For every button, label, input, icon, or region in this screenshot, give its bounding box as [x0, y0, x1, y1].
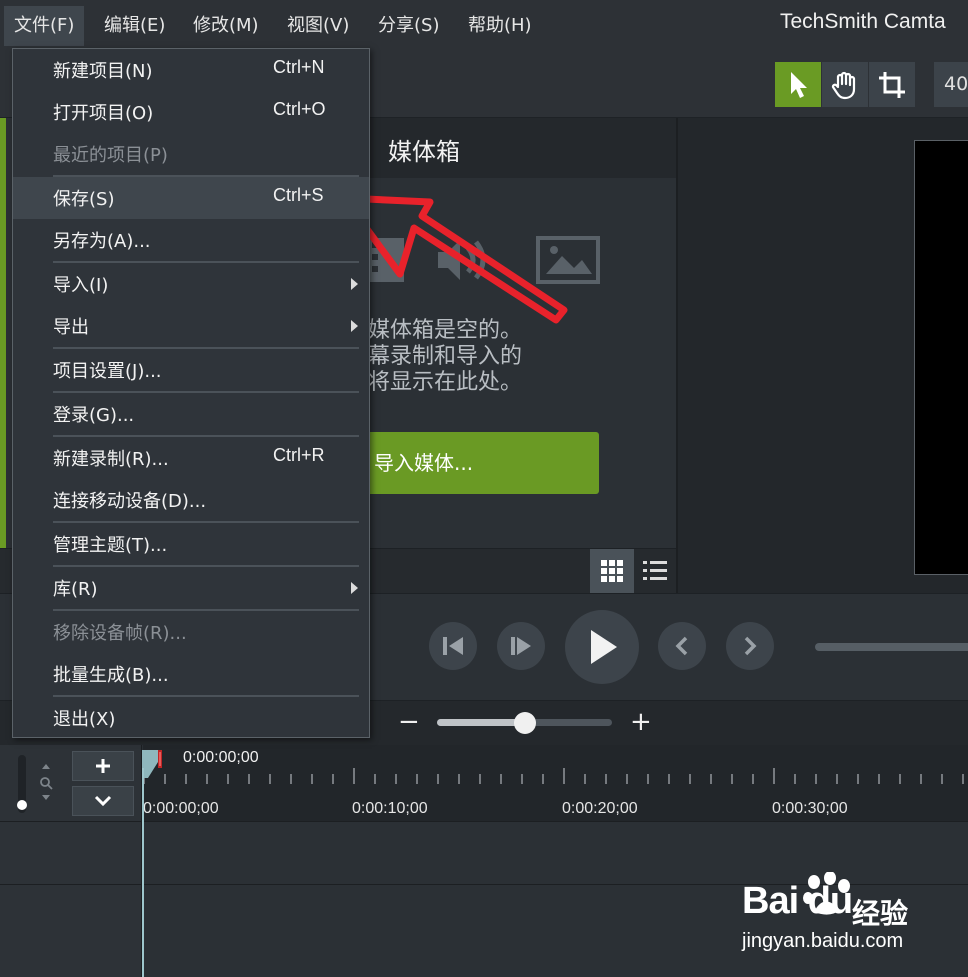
select-tool-button[interactable]: [775, 62, 821, 107]
playhead-time: 0:00:00;00: [183, 749, 259, 766]
menu-item-sign-in[interactable]: 登录(G)...: [13, 393, 369, 435]
menu-item-project-settings[interactable]: 项目设置(J)...: [13, 349, 369, 391]
step-forward-icon: [511, 637, 531, 655]
hand-icon: [831, 71, 856, 99]
import-media-button[interactable]: 导入媒体...: [352, 432, 599, 494]
submenu-arrow-icon: [351, 278, 358, 290]
timeline-zoom-handle[interactable]: [514, 712, 536, 734]
ruler-ticks: [143, 768, 964, 784]
zoom-level-field[interactable]: 40: [934, 62, 968, 107]
menu-item-batch-production[interactable]: 批量生成(B)...: [13, 653, 369, 695]
playhead-line: [142, 768, 144, 977]
menu-item-shortcut: Ctrl+N: [273, 57, 325, 77]
menu-item-connect-mobile[interactable]: 连接移动设备(D)...: [13, 479, 369, 521]
zoom-in-button[interactable]: +: [630, 707, 652, 737]
menu-item-remove-device-frame: 移除设备帧(R)...: [13, 611, 369, 653]
list-view-button[interactable]: [634, 549, 676, 593]
chevron-down-icon: [94, 795, 112, 807]
grid-icon: [601, 560, 623, 582]
menu-item-label: 导出: [53, 317, 89, 338]
tools-accent-bar: [0, 118, 6, 548]
menu-item-label: 登录(G)...: [53, 405, 135, 426]
play-button[interactable]: [565, 610, 639, 684]
menu-item-label: 新建录制(R)...: [53, 449, 169, 470]
app-title: TechSmith Camta: [780, 10, 946, 33]
menu-share[interactable]: 分享(S): [368, 6, 449, 46]
plus-icon: [96, 759, 110, 773]
chevron-right-icon: [744, 636, 757, 656]
ruler-tick-label: 0:00:30;00: [772, 800, 848, 817]
menu-item-label: 保存(S): [53, 189, 115, 210]
preview-canvas[interactable]: [914, 140, 968, 575]
step-back-button[interactable]: [429, 622, 477, 670]
magnify-icon: [40, 764, 53, 800]
playhead-handle[interactable]: [142, 748, 162, 780]
menu-file[interactable]: 文件(F): [4, 6, 85, 46]
menu-item-save-as[interactable]: 另存为(A)...: [13, 219, 369, 261]
menu-item-recent-projects: 最近的项目(P): [13, 133, 369, 175]
add-track-button[interactable]: [72, 751, 134, 781]
menu-item-label: 项目设置(J)...: [53, 361, 162, 382]
menu-modify[interactable]: 修改(M): [183, 6, 269, 46]
menu-item-import[interactable]: 导入(I): [13, 263, 369, 305]
menu-bar: 文件(F) 编辑(E) 修改(M) 视图(V) 分享(S) 帮助(H) Tech…: [0, 0, 968, 50]
crop-icon: [879, 71, 905, 98]
menu-item-label: 导入(I): [53, 275, 109, 296]
menu-item-label: 管理主题(T)...: [53, 535, 168, 556]
menu-item-label: 库(R): [53, 579, 98, 600]
menu-item-label: 批量生成(B)...: [53, 665, 169, 686]
previous-marker-button[interactable]: [658, 622, 706, 670]
watermark-url: jingyan.baidu.com: [742, 930, 904, 952]
submenu-arrow-icon: [351, 582, 358, 594]
step-forward-button[interactable]: [497, 622, 545, 670]
empty-bin-line: 将显示在此处。: [368, 370, 523, 395]
empty-bin-line: 幕录制和导入的: [368, 344, 523, 369]
menu-item-shortcut: Ctrl+R: [273, 445, 325, 465]
ruler-tick-label: 0:00:20;00: [562, 800, 638, 817]
menu-help[interactable]: 帮助(H): [458, 6, 542, 46]
menu-item-export[interactable]: 导出: [13, 305, 369, 347]
preview-scrub-bar[interactable]: [815, 643, 968, 651]
menu-item-shortcut: Ctrl+O: [273, 99, 326, 119]
ruler-tick-label: 0:00:10;00: [352, 800, 428, 817]
menu-item-manage-themes[interactable]: 管理主题(T)...: [13, 523, 369, 565]
ruler-tick-label: 0:00:00;00: [143, 800, 219, 817]
crop-tool-button[interactable]: [869, 62, 915, 107]
track-height-handle[interactable]: [17, 800, 27, 810]
zoom-out-button[interactable]: −: [398, 707, 420, 737]
menu-edit[interactable]: 编辑(E): [94, 6, 175, 46]
step-back-icon: [443, 637, 463, 655]
submenu-arrow-icon: [351, 320, 358, 332]
media-bin-title: 媒体箱: [388, 138, 460, 166]
menu-item-exit[interactable]: 退出(X): [13, 697, 369, 739]
menu-item-label: 连接移动设备(D)...: [53, 491, 207, 512]
menu-item-label: 移除设备帧(R)...: [53, 623, 187, 644]
select-icon: [791, 71, 807, 98]
menu-item-open-project[interactable]: 打开项目(O) Ctrl+O: [13, 91, 369, 133]
play-icon: [591, 630, 617, 664]
menu-item-new-recording[interactable]: 新建录制(R)... Ctrl+R: [13, 437, 369, 479]
watermark-brand: 经验: [852, 897, 909, 930]
chevron-left-icon: [675, 636, 688, 656]
track-options-button[interactable]: [72, 786, 134, 816]
list-icon: [643, 561, 667, 580]
menu-item-label: 退出(X): [53, 709, 116, 730]
file-menu-dropdown: 新建项目(N) Ctrl+N 打开项目(O) Ctrl+O 最近的项目(P) 保…: [12, 48, 370, 738]
next-marker-button[interactable]: [726, 622, 774, 670]
hand-tool-button[interactable]: [822, 62, 868, 107]
menu-item-label: 另存为(A)...: [53, 231, 151, 252]
timeline-zoom-fill: [437, 719, 525, 726]
menu-view[interactable]: 视图(V): [277, 6, 359, 46]
menu-item-library[interactable]: 库(R): [13, 567, 369, 609]
menu-item-shortcut: Ctrl+S: [273, 185, 324, 205]
menu-item-save[interactable]: 保存(S) Ctrl+S: [13, 177, 369, 219]
grid-view-button[interactable]: [590, 549, 634, 593]
menu-item-label: 新建项目(N): [53, 61, 153, 82]
menu-item-label: 最近的项目(P): [53, 145, 168, 166]
menu-item-label: 打开项目(O): [53, 103, 154, 124]
menu-item-new-project[interactable]: 新建项目(N) Ctrl+N: [13, 49, 369, 91]
watermark-logo: Bai du: [742, 880, 853, 922]
